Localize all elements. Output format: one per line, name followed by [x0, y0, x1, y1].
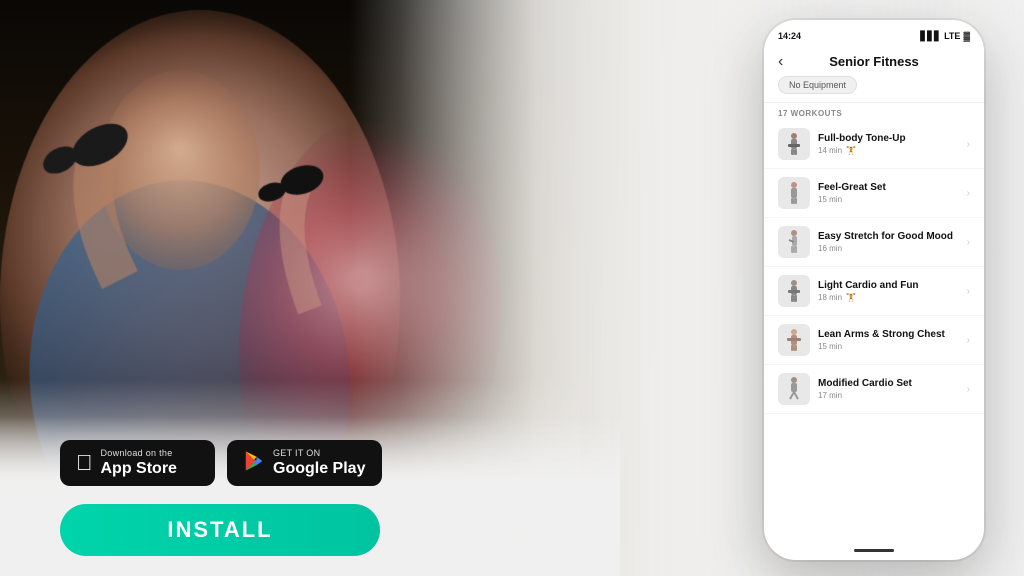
workout-info: Light Cardio and Fun 18 min 🏋	[818, 280, 959, 302]
workout-meta: 15 min	[818, 195, 959, 204]
workout-meta: 15 min	[818, 342, 959, 351]
workout-thumbnail	[778, 275, 810, 307]
workout-name: Feel-Great Set	[818, 182, 959, 193]
workout-duration: 14 min	[818, 146, 842, 155]
workout-meta: 14 min 🏋	[818, 146, 959, 155]
app-store-button[interactable]:  Download on the App Store	[60, 440, 215, 486]
bottom-cta-section:  Download on the App Store GET IT ON Go…	[0, 416, 620, 576]
workout-thumbnail	[778, 226, 810, 258]
workout-info: Easy Stretch for Good Mood 16 min	[818, 231, 959, 253]
home-indicator	[854, 549, 894, 552]
workout-thumbnail	[778, 177, 810, 209]
back-button[interactable]: ‹	[778, 53, 783, 71]
workout-meta: 17 min	[818, 391, 959, 400]
workout-info: Feel-Great Set 15 min	[818, 182, 959, 204]
google-play-icon	[243, 450, 265, 476]
workout-info: Full-body Tone-Up 14 min 🏋	[818, 133, 959, 155]
app-store-small-label: Download on the	[101, 448, 177, 459]
workout-name: Light Cardio and Fun	[818, 280, 959, 291]
workout-duration: 15 min	[818, 195, 842, 204]
workout-name: Easy Stretch for Good Mood	[818, 231, 959, 242]
dumbbell-icon: 🏋	[846, 146, 856, 155]
app-store-large-label: App Store	[101, 459, 177, 478]
workout-name: Modified Cardio Set	[818, 378, 959, 389]
chevron-right-icon: ›	[967, 384, 970, 395]
scroll-indicator	[764, 549, 984, 552]
workout-duration: 16 min	[818, 244, 842, 253]
google-play-text: GET IT ON Google Play	[273, 448, 365, 478]
no-equipment-filter[interactable]: No Equipment	[778, 76, 857, 94]
chevron-right-icon: ›	[967, 237, 970, 248]
signal-icon: ▋▋▋	[920, 31, 941, 42]
workout-meta: 16 min	[818, 244, 959, 253]
google-play-large-label: Google Play	[273, 459, 365, 478]
phone-mockup: 14:24 ▋▋▋ LTE ▓ ‹ Senior Fitness No Equi…	[764, 20, 984, 560]
workout-name: Lean Arms & Strong Chest	[818, 329, 959, 340]
workout-meta: 18 min 🏋	[818, 293, 959, 302]
list-item[interactable]: Full-body Tone-Up 14 min 🏋 ›	[764, 120, 984, 169]
status-time: 14:24	[778, 31, 801, 41]
google-play-small-label: GET IT ON	[273, 448, 365, 459]
lte-label: LTE	[944, 31, 960, 41]
phone-status-bar: 14:24 ▋▋▋ LTE ▓	[764, 20, 984, 48]
workout-name: Full-body Tone-Up	[818, 133, 959, 144]
apple-icon: 	[76, 452, 93, 474]
workout-duration: 15 min	[818, 342, 842, 351]
list-item[interactable]: Lean Arms & Strong Chest 15 min ›	[764, 316, 984, 365]
list-item[interactable]: Modified Cardio Set 17 min ›	[764, 365, 984, 414]
install-label: INSTALL	[167, 517, 272, 542]
install-button[interactable]: INSTALL	[60, 504, 380, 556]
phone-app-header: ‹ Senior Fitness No Equipment	[764, 48, 984, 103]
workout-thumbnail	[778, 324, 810, 356]
workout-thumbnail	[778, 128, 810, 160]
workout-info: Lean Arms & Strong Chest 15 min	[818, 329, 959, 351]
chevron-right-icon: ›	[967, 335, 970, 346]
chevron-right-icon: ›	[967, 139, 970, 150]
list-item[interactable]: Feel-Great Set 15 min ›	[764, 169, 984, 218]
phone-frame: 14:24 ▋▋▋ LTE ▓ ‹ Senior Fitness No Equi…	[764, 20, 984, 560]
workout-duration: 17 min	[818, 391, 842, 400]
phone-nav: ‹ Senior Fitness	[778, 54, 970, 69]
google-play-button[interactable]: GET IT ON Google Play	[227, 440, 382, 486]
chevron-right-icon: ›	[967, 286, 970, 297]
status-right: ▋▋▋ LTE ▓	[920, 31, 970, 42]
workout-info: Modified Cardio Set 17 min	[818, 378, 959, 400]
chevron-right-icon: ›	[967, 188, 970, 199]
screen-title: Senior Fitness	[829, 54, 919, 69]
workout-thumbnail	[778, 373, 810, 405]
store-buttons-row:  Download on the App Store GET IT ON Go…	[60, 440, 382, 486]
dumbbell-icon: 🏋	[846, 293, 856, 302]
workout-list: Full-body Tone-Up 14 min 🏋 ›	[764, 120, 984, 414]
workouts-count: 17 WORKOUTS	[778, 109, 970, 118]
battery-icon: ▓	[963, 31, 970, 41]
list-item[interactable]: Light Cardio and Fun 18 min 🏋 ›	[764, 267, 984, 316]
app-store-text: Download on the App Store	[101, 448, 177, 478]
workout-duration: 18 min	[818, 293, 842, 302]
list-item[interactable]: Easy Stretch for Good Mood 16 min ›	[764, 218, 984, 267]
